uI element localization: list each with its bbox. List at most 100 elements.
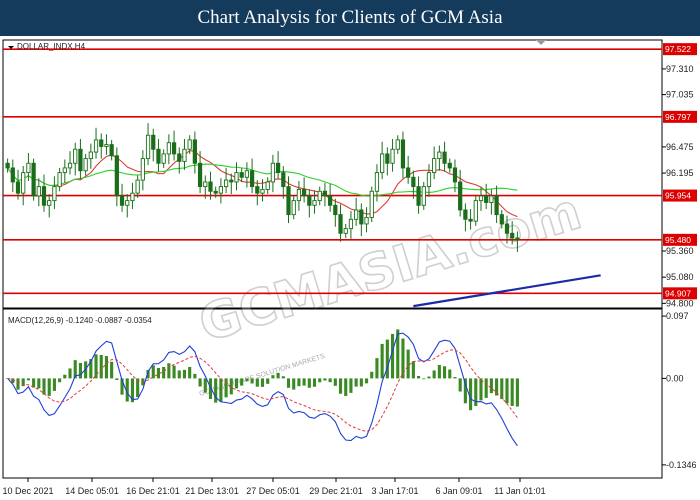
macd-histogram-bar (427, 376, 431, 379)
candle-body (239, 172, 244, 178)
macd-histogram-bar (193, 373, 197, 379)
x-tick-label: 10 Dec 2021 (2, 486, 53, 496)
candle-body (15, 181, 21, 194)
level-label: 96.797 (665, 112, 691, 122)
candle-body (78, 148, 83, 172)
macd-histogram-bar (323, 378, 327, 381)
macd-histogram-bar (260, 378, 265, 387)
candle-body (395, 139, 400, 150)
candle-body (88, 151, 93, 160)
candle-body (218, 186, 223, 194)
candle-body (5, 162, 10, 169)
candle-body (119, 195, 125, 206)
candle-body (57, 172, 62, 188)
macd-histogram-bar (245, 378, 249, 382)
candle-body (348, 218, 354, 230)
macd-histogram-bar (255, 378, 259, 387)
candle-body (151, 134, 156, 150)
macd-panel-frame (2, 308, 663, 479)
candle-body (421, 186, 426, 206)
macd-histogram-bar (203, 378, 207, 393)
candle-body (302, 188, 307, 197)
candle-body (312, 200, 317, 206)
candle-body (411, 176, 416, 188)
candle-body (270, 162, 276, 183)
candle-body (104, 144, 109, 147)
candle-body (437, 151, 442, 160)
macd-histogram-bar (162, 366, 166, 379)
candle-body (171, 142, 177, 155)
macd-histogram-bar (214, 378, 218, 403)
candle-body (99, 139, 104, 147)
candle-body (41, 186, 47, 206)
x-tick-label: 29 Dec 21:01 (309, 486, 363, 496)
candle-body (203, 181, 208, 188)
x-tick-label: 6 Jan 09:01 (435, 486, 482, 496)
macd-histogram-bar (110, 361, 114, 379)
candle-body (255, 186, 260, 194)
candle-body (93, 139, 99, 153)
macd-histogram-bar (276, 372, 280, 379)
candle-body (114, 155, 119, 197)
candle-body (67, 162, 73, 169)
macd-histogram-bar (349, 378, 353, 393)
macd-histogram-bar (312, 378, 317, 387)
candle-body (400, 139, 406, 169)
candle-body (125, 200, 130, 206)
candle-body (416, 186, 421, 206)
macd-histogram-bar (297, 378, 301, 387)
macd-histogram-bar (510, 378, 514, 406)
macd-histogram-bar (266, 378, 270, 384)
macd-histogram-bar (115, 378, 119, 381)
macd-histogram-bar (354, 378, 358, 387)
candle-body (223, 179, 229, 188)
macd-histogram-bar (182, 369, 187, 379)
macd-histogram-bar (437, 364, 441, 379)
candle-body (83, 158, 88, 172)
macd-histogram-bar (42, 378, 46, 395)
candle-body (333, 204, 338, 216)
candle-body (260, 188, 265, 194)
candle-body (130, 192, 135, 202)
x-tick-label: 11 Jan 01:01 (494, 486, 545, 496)
macd-histogram-bar (68, 368, 72, 379)
chart-title: Chart Analysis for Clients of GCM Asia (0, 0, 700, 36)
candle-body (374, 172, 380, 192)
chart-canvas: GCMASIA.com GCMASIA TRADE SOLUTION MARKE… (2, 39, 697, 496)
macd-histogram-bar (515, 378, 519, 407)
level-label: 97.522 (665, 44, 691, 54)
macd-histogram-bar (234, 378, 239, 389)
macd-histogram-bar (385, 339, 389, 379)
candle-body (187, 139, 192, 150)
x-tick-label: 14 Dec 05:01 (65, 486, 119, 496)
candle-body (47, 200, 52, 206)
macd-histogram-bar (453, 377, 457, 379)
macd-histogram-bar (188, 367, 192, 379)
macd-histogram-bar (224, 378, 228, 398)
candle-body (473, 200, 478, 222)
macd-histogram-bar (94, 354, 98, 379)
macd-histogram-bar (219, 378, 223, 402)
candle-body (380, 153, 385, 174)
candle-body (36, 186, 41, 197)
candle-body (494, 195, 499, 216)
macd-histogram-bar (375, 358, 379, 379)
candle-body (109, 144, 114, 157)
candle-body (192, 139, 197, 164)
macd-histogram-bar (151, 365, 155, 379)
candle-body (458, 181, 463, 211)
candle-body (385, 153, 390, 164)
macd-histogram-bar (505, 378, 509, 404)
macd-histogram-bar (359, 378, 363, 387)
candle-body (275, 162, 281, 174)
candle-body (343, 228, 348, 234)
macd-histogram-bar (167, 363, 171, 379)
macd-histogram-bar (318, 378, 322, 383)
macd-histogram-bar (479, 378, 483, 401)
candle-body (10, 167, 15, 183)
candle-body (21, 172, 26, 194)
macd-histogram-bar (52, 378, 56, 391)
candle-body (359, 209, 364, 225)
candle-body (265, 181, 270, 190)
candle-body (213, 190, 218, 194)
